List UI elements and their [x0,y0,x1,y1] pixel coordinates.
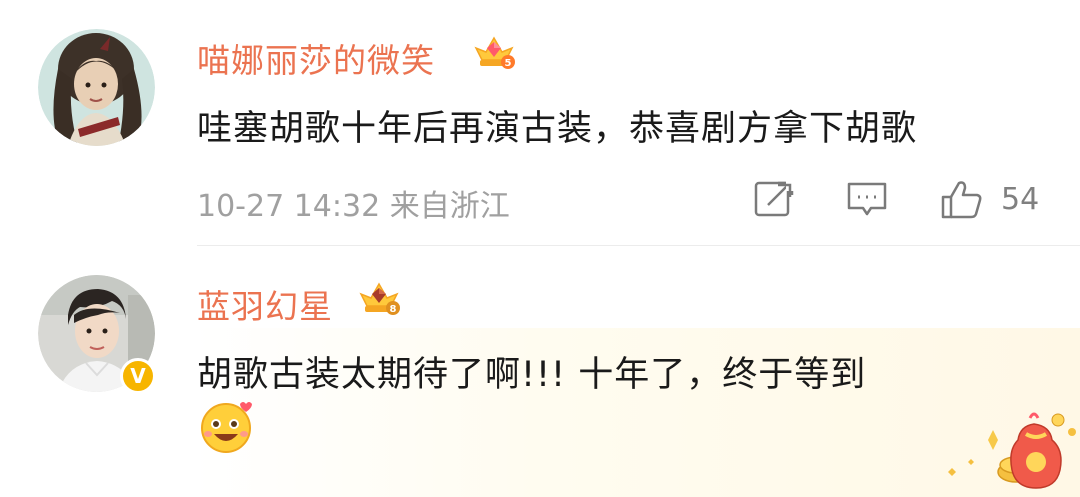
svg-text:5: 5 [505,58,512,69]
verified-badge-icon: V [120,358,156,394]
comment-item: 喵娜丽莎的微笑 5 哇塞胡歌十年后再演古装，恭喜剧方拿下胡歌 10-27 14:… [0,0,1080,246]
comment-text: 哇塞胡歌十年后再演古装，恭喜剧方拿下胡歌 [197,109,918,149]
like-count: 54 [1001,182,1040,217]
crown-badge-icon[interactable]: 5 [472,30,516,74]
thumbs-up-icon [941,181,982,219]
lucky-bag-sticker-icon [948,412,1076,489]
repost-icon[interactable] [752,179,796,219]
crown-badge-icon[interactable]: 8 [357,276,401,320]
comment-text: 胡歌古装太期待了啊!!! 十年了，终于等到 [197,355,867,395]
user-avatar[interactable] [38,29,155,146]
excited-face-emoji-icon [201,402,252,453]
username[interactable]: 蓝羽幻星 [197,280,333,328]
comment-item: V 蓝羽幻星 8 胡歌古装太期待了啊!!! 十年了，终于等到 [0,246,1080,497]
comment-meta-row: 10-27 14:32 来自浙江 54 [197,179,1049,224]
like-button[interactable]: 54 [939,179,1049,219]
svg-text:8: 8 [390,304,397,315]
timestamp-location: 10-27 14:32 来自浙江 [197,189,510,224]
username[interactable]: 喵娜丽莎的微笑 [197,34,435,82]
comment-icon[interactable] [845,179,889,219]
